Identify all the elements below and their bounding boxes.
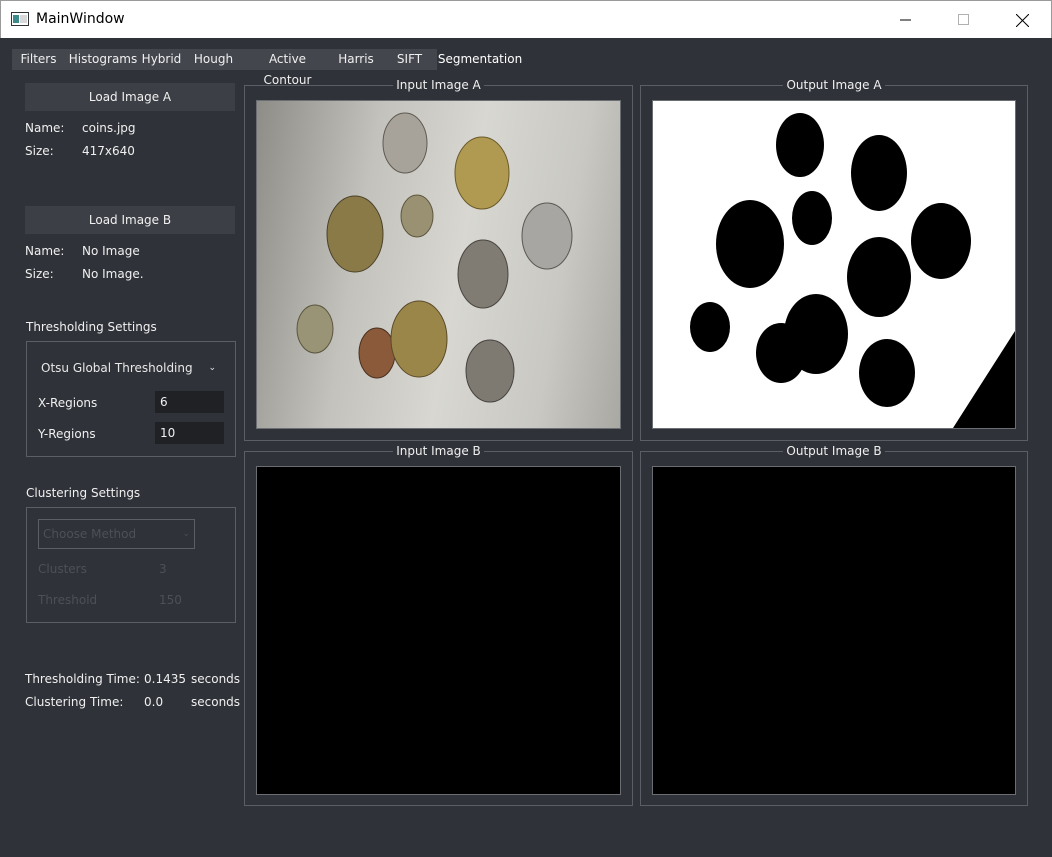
thresholding-method-select[interactable]: Otsu Global Thresholding ⌄ — [34, 353, 224, 383]
clusters-input[interactable]: 3 — [159, 562, 167, 576]
thresholding-time-unit: seconds — [191, 672, 241, 686]
image-b-size-value: No Image. — [82, 267, 144, 281]
tab-active-contour[interactable]: Active Contour — [245, 49, 330, 87]
thresholded-image — [690, 113, 1015, 428]
chevron-down-icon: ⌄ — [182, 529, 190, 539]
output-image-a-title: Output Image A — [783, 78, 885, 92]
thresholding-settings-title: Thresholding Settings — [26, 320, 157, 334]
image-a-size-value: 417x640 — [82, 144, 135, 158]
threshold-input[interactable]: 150 — [159, 593, 182, 607]
tab-sift[interactable]: SIFT — [382, 49, 437, 70]
tab-histograms[interactable]: Histograms — [65, 49, 141, 70]
load-image-a-button[interactable]: Load Image A — [25, 83, 235, 111]
minimize-button[interactable] — [877, 1, 935, 39]
clustering-method-placeholder: Choose Method — [43, 527, 137, 541]
input-image-a — [256, 100, 621, 429]
image-b-name-value: No Image — [82, 244, 140, 258]
tab-segmentation[interactable]: Segmentation — [437, 49, 523, 70]
x-regions-input[interactable]: 6 — [155, 391, 224, 413]
coins-image — [296, 112, 573, 403]
thresholding-time-label: Thresholding Time: — [25, 672, 140, 686]
y-regions-label: Y-Regions — [38, 427, 96, 441]
input-image-a-title: Input Image A — [393, 78, 484, 92]
tab-hybrid[interactable]: Hybrid — [141, 49, 182, 70]
close-icon — [1015, 13, 1029, 27]
app-icon — [11, 12, 29, 26]
image-a-name-label: Name: — [25, 121, 65, 135]
maximize-button[interactable] — [935, 1, 993, 39]
minimize-icon — [900, 19, 911, 21]
thresholding-method-value: Otsu Global Thresholding — [41, 361, 193, 375]
threshold-label: Threshold — [38, 593, 98, 607]
tab-hough[interactable]: Hough — [182, 49, 245, 70]
close-button[interactable] — [993, 1, 1051, 39]
clustering-time-unit: seconds — [191, 695, 241, 709]
title-bar: MainWindow — [0, 0, 1052, 38]
y-regions-input[interactable]: 10 — [155, 422, 224, 444]
clustering-method-select[interactable]: Choose Method ⌄ — [38, 519, 195, 549]
tab-harris[interactable]: Harris — [330, 49, 382, 70]
maximize-icon — [958, 14, 969, 25]
clusters-label: Clusters — [38, 562, 87, 576]
window-title: MainWindow — [36, 11, 125, 27]
clustering-settings-title: Clustering Settings — [26, 486, 141, 500]
x-regions-label: X-Regions — [38, 396, 98, 410]
input-image-b — [256, 466, 621, 795]
image-a-name-value: coins.jpg — [82, 121, 136, 135]
output-image-b-title: Output Image B — [783, 444, 885, 458]
chevron-down-icon: ⌄ — [208, 363, 216, 373]
output-image-b — [652, 466, 1016, 795]
clustering-time-value: 0.0 — [144, 695, 164, 709]
clustering-time-label: Clustering Time: — [25, 695, 124, 709]
load-image-b-button[interactable]: Load Image B — [25, 206, 235, 234]
tab-filters[interactable]: Filters — [12, 49, 65, 70]
image-b-size-label: Size: — [25, 267, 54, 281]
image-b-name-label: Name: — [25, 244, 65, 258]
output-image-a — [652, 100, 1016, 429]
thresholding-time-value: 0.1435 — [144, 672, 186, 686]
image-a-size-label: Size: — [25, 144, 54, 158]
input-image-b-title: Input Image B — [393, 444, 484, 458]
